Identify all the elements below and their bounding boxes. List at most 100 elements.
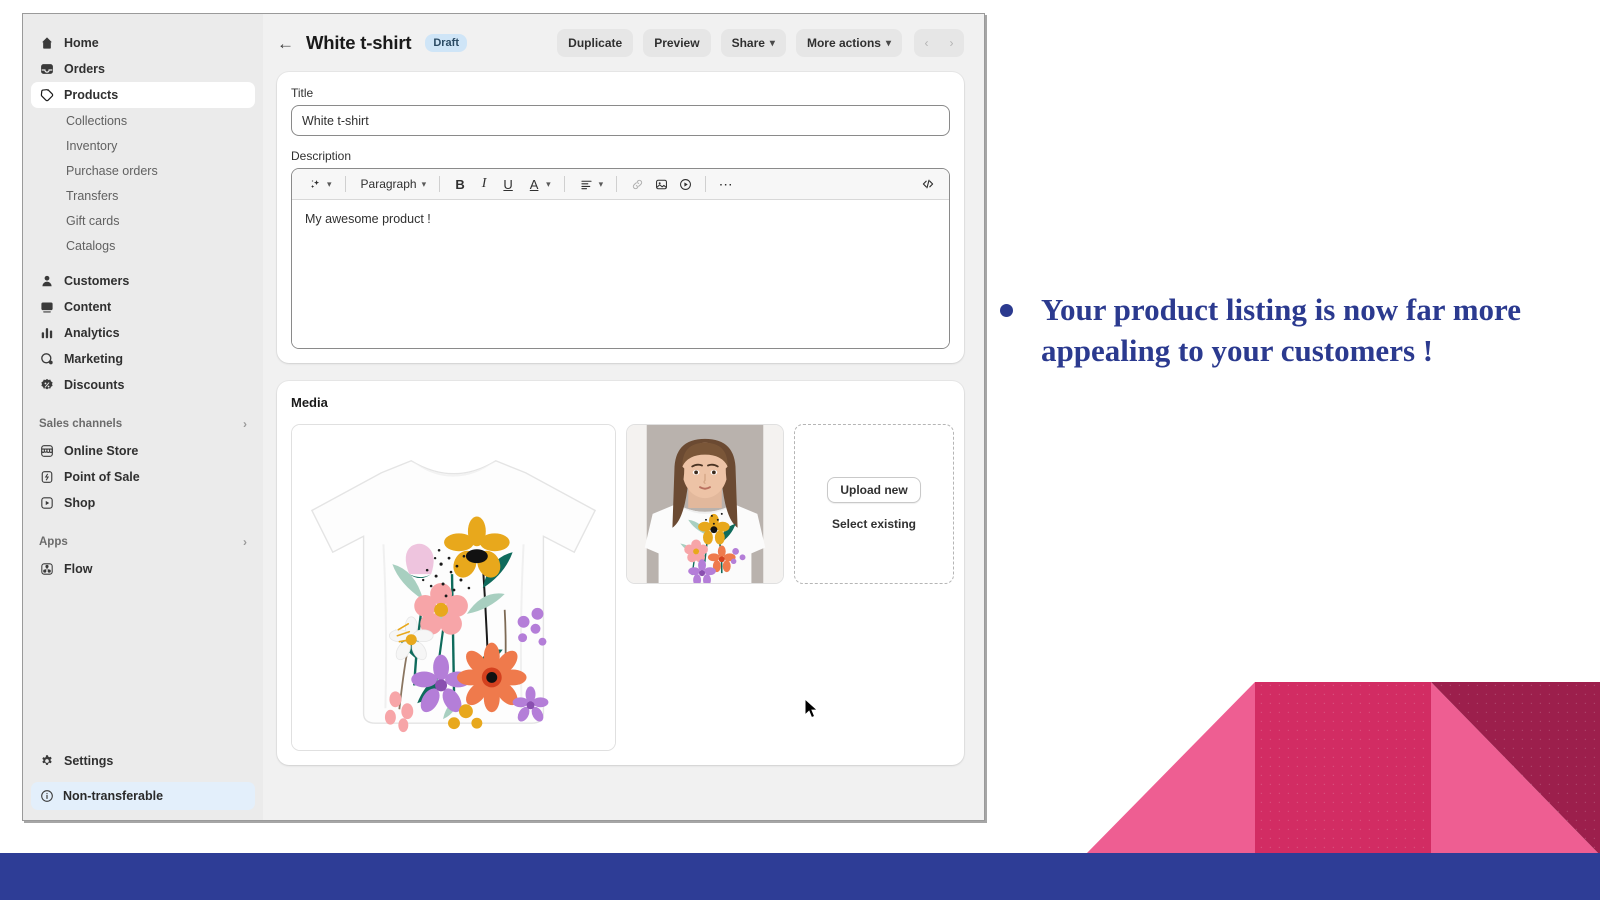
media-dropzone[interactable]: Upload new Select existing: [794, 424, 954, 584]
insert-video-icon[interactable]: [674, 173, 696, 195]
info-circle-icon: [39, 789, 54, 804]
sidebar-item-label: Marketing: [64, 352, 124, 366]
sidebar-item-customers[interactable]: Customers: [31, 268, 255, 294]
sidebar-section-sales-channels[interactable]: Sales channels ›: [31, 412, 255, 436]
previous-product-button[interactable]: ‹: [914, 29, 939, 57]
duplicate-button[interactable]: Duplicate: [557, 29, 634, 57]
code-brackets-icon[interactable]: [917, 173, 939, 195]
select-existing-link[interactable]: Select existing: [832, 517, 916, 531]
ai-assist-button[interactable]: ▾: [302, 173, 336, 195]
gear-icon: [39, 754, 54, 769]
chevron-down-icon: ▾: [769, 37, 775, 49]
block-format-dropdown[interactable]: Paragraph ▾: [355, 173, 431, 195]
sidebar-item-analytics[interactable]: Analytics: [31, 320, 255, 346]
ellipsis-icon[interactable]: ⋯: [715, 173, 737, 195]
embedded-screenshot: Home Orders Products Collections Invento…: [22, 13, 985, 821]
text-color-glyph: A: [529, 176, 539, 192]
sidebar-item-online-store[interactable]: Online Store: [31, 438, 255, 464]
sidebar-section-apps[interactable]: Apps ›: [31, 530, 255, 554]
divider: [705, 176, 707, 192]
sidebar-item-label: Shop: [64, 496, 96, 510]
customer-person-icon: [39, 274, 54, 289]
underline-button[interactable]: U: [497, 173, 519, 195]
align-left-icon: [576, 173, 598, 195]
sidebar-item-discounts[interactable]: Discounts: [31, 372, 255, 398]
sidebar-item-marketing[interactable]: Marketing: [31, 346, 255, 372]
description-field-block: Description ▾ Paragraph ▾ B I U A ▾ ▾ ⋯ …: [291, 149, 950, 349]
record-pager: ‹ ›: [914, 29, 964, 57]
products-tag-icon: [39, 88, 54, 103]
button-label: Duplicate: [568, 36, 623, 50]
sidebar-item-point-of-sale[interactable]: Point of Sale: [31, 464, 255, 490]
sidebar-item-flow[interactable]: Flow: [31, 556, 255, 582]
chevron-down-icon: ▾: [598, 178, 604, 189]
divider: [439, 176, 441, 192]
back-arrow-icon[interactable]: ←: [277, 35, 294, 52]
chevron-right-icon: ›: [243, 535, 247, 549]
discount-tag-icon: [39, 378, 54, 393]
sidebar-item-gift-cards[interactable]: Gift cards: [31, 208, 255, 233]
page-header: ← White t-shirt Draft Duplicate Preview …: [263, 14, 984, 72]
sidebar-item-catalogs[interactable]: Catalogs: [31, 233, 255, 258]
link-icon[interactable]: [626, 173, 648, 195]
section-label: Apps: [39, 536, 68, 548]
slide-footer-bar: [0, 853, 1600, 900]
content-media-icon: [39, 300, 54, 315]
title-label: Title: [291, 86, 314, 100]
divider: [616, 176, 618, 192]
section-label: Sales channels: [39, 418, 123, 430]
button-label: Share: [731, 36, 765, 50]
online-store-icon: [39, 444, 54, 459]
button-label: Preview: [654, 36, 700, 50]
sparkle-ai-icon: [304, 173, 326, 195]
italic-button[interactable]: I: [473, 173, 495, 195]
text-color-dropdown[interactable]: A ▾: [521, 173, 555, 195]
sidebar-item-label: Settings: [64, 754, 114, 768]
media-item-product-image[interactable]: [291, 424, 616, 751]
flow-icon: [39, 562, 54, 577]
status-badge-non-transferable[interactable]: Non-transferable: [31, 782, 255, 810]
title-input[interactable]: [291, 105, 950, 136]
sidebar-item-inventory[interactable]: Inventory: [31, 133, 255, 158]
sidebar-item-shop[interactable]: Shop: [31, 490, 255, 516]
sidebar-item-content[interactable]: Content: [31, 294, 255, 320]
sidebar-item-label: Online Store: [64, 444, 139, 458]
sidebar-item-collections[interactable]: Collections: [31, 108, 255, 133]
rich-text-editor: ▾ Paragraph ▾ B I U A ▾ ▾ ⋯ My awesome p…: [291, 168, 950, 349]
sidebar-item-label: Point of Sale: [64, 470, 140, 484]
sidebar-item-purchase-orders[interactable]: Purchase orders: [31, 158, 255, 183]
sidebar-item-label: Content: [64, 300, 112, 314]
sidebar-item-orders[interactable]: Orders: [31, 56, 255, 82]
preview-button[interactable]: Preview: [643, 29, 711, 57]
media-item-model-image[interactable]: [626, 424, 784, 584]
sidebar-item-home[interactable]: Home: [31, 30, 255, 56]
slide-callout: Your product listing is now far more app…: [1000, 290, 1540, 372]
sidebar-item-label: Products: [64, 88, 119, 102]
description-text[interactable]: My awesome product !: [292, 200, 949, 348]
chevron-down-icon: ▾: [421, 178, 427, 189]
bold-button[interactable]: B: [449, 173, 471, 195]
more-actions-button[interactable]: More actions ▾: [795, 29, 902, 57]
marketing-megaphone-icon: [39, 352, 54, 367]
sidebar-item-label: Customers: [64, 274, 130, 288]
sidebar-item-settings[interactable]: Settings: [31, 748, 255, 774]
title-field-block: Title: [291, 86, 950, 136]
page-title: White t-shirt: [306, 32, 412, 53]
upload-new-button[interactable]: Upload new: [827, 477, 921, 503]
sidebar-item-products[interactable]: Products: [31, 82, 255, 108]
model-wearing-floral-tshirt-image: [627, 425, 783, 583]
chevron-right-icon: ›: [243, 417, 247, 431]
media-card: Media Upload new Select existing: [277, 381, 964, 765]
align-dropdown[interactable]: ▾: [574, 173, 608, 195]
product-details-card: Title Description ▾: [277, 72, 964, 363]
next-product-button[interactable]: ›: [939, 29, 964, 57]
sidebar-item-transfers[interactable]: Transfers: [31, 183, 255, 208]
orders-icon: [39, 62, 54, 77]
share-button[interactable]: Share ▾: [720, 29, 786, 57]
home-icon: [39, 36, 54, 51]
insert-image-icon[interactable]: [650, 173, 672, 195]
sidebar-item-label: Flow: [64, 562, 93, 576]
chevron-down-icon: ▾: [327, 178, 332, 189]
chevron-down-icon: ▾: [546, 178, 551, 189]
